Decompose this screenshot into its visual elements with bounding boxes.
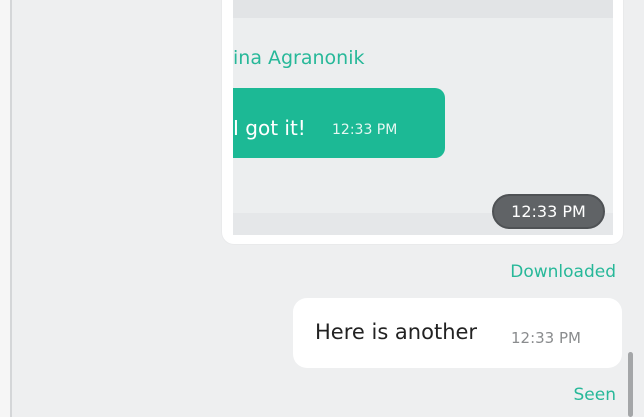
preview-sender-name: ina Agranonik [233,47,365,69]
preview-top-bar [233,0,613,18]
status-downloaded: Downloaded [510,262,616,282]
preview-message-text: I got it! [233,116,306,140]
preview-message-time: 12:33 PM [332,122,398,138]
panel-divider [10,0,12,417]
attachment-preview-image[interactable]: ina Agranonik I got it! 12:33 PM 12:33 P… [233,0,613,235]
status-seen: Seen [573,385,616,405]
scrollbar-thumb[interactable] [628,352,633,417]
outgoing-message-bubble[interactable]: Here is another 12:33 PM [293,298,622,368]
outgoing-message-time: 12:33 PM [511,329,581,347]
outgoing-message-text: Here is another [315,320,478,344]
left-panel-edge [0,0,10,417]
attachment-timestamp-badge: 12:33 PM [492,194,605,229]
